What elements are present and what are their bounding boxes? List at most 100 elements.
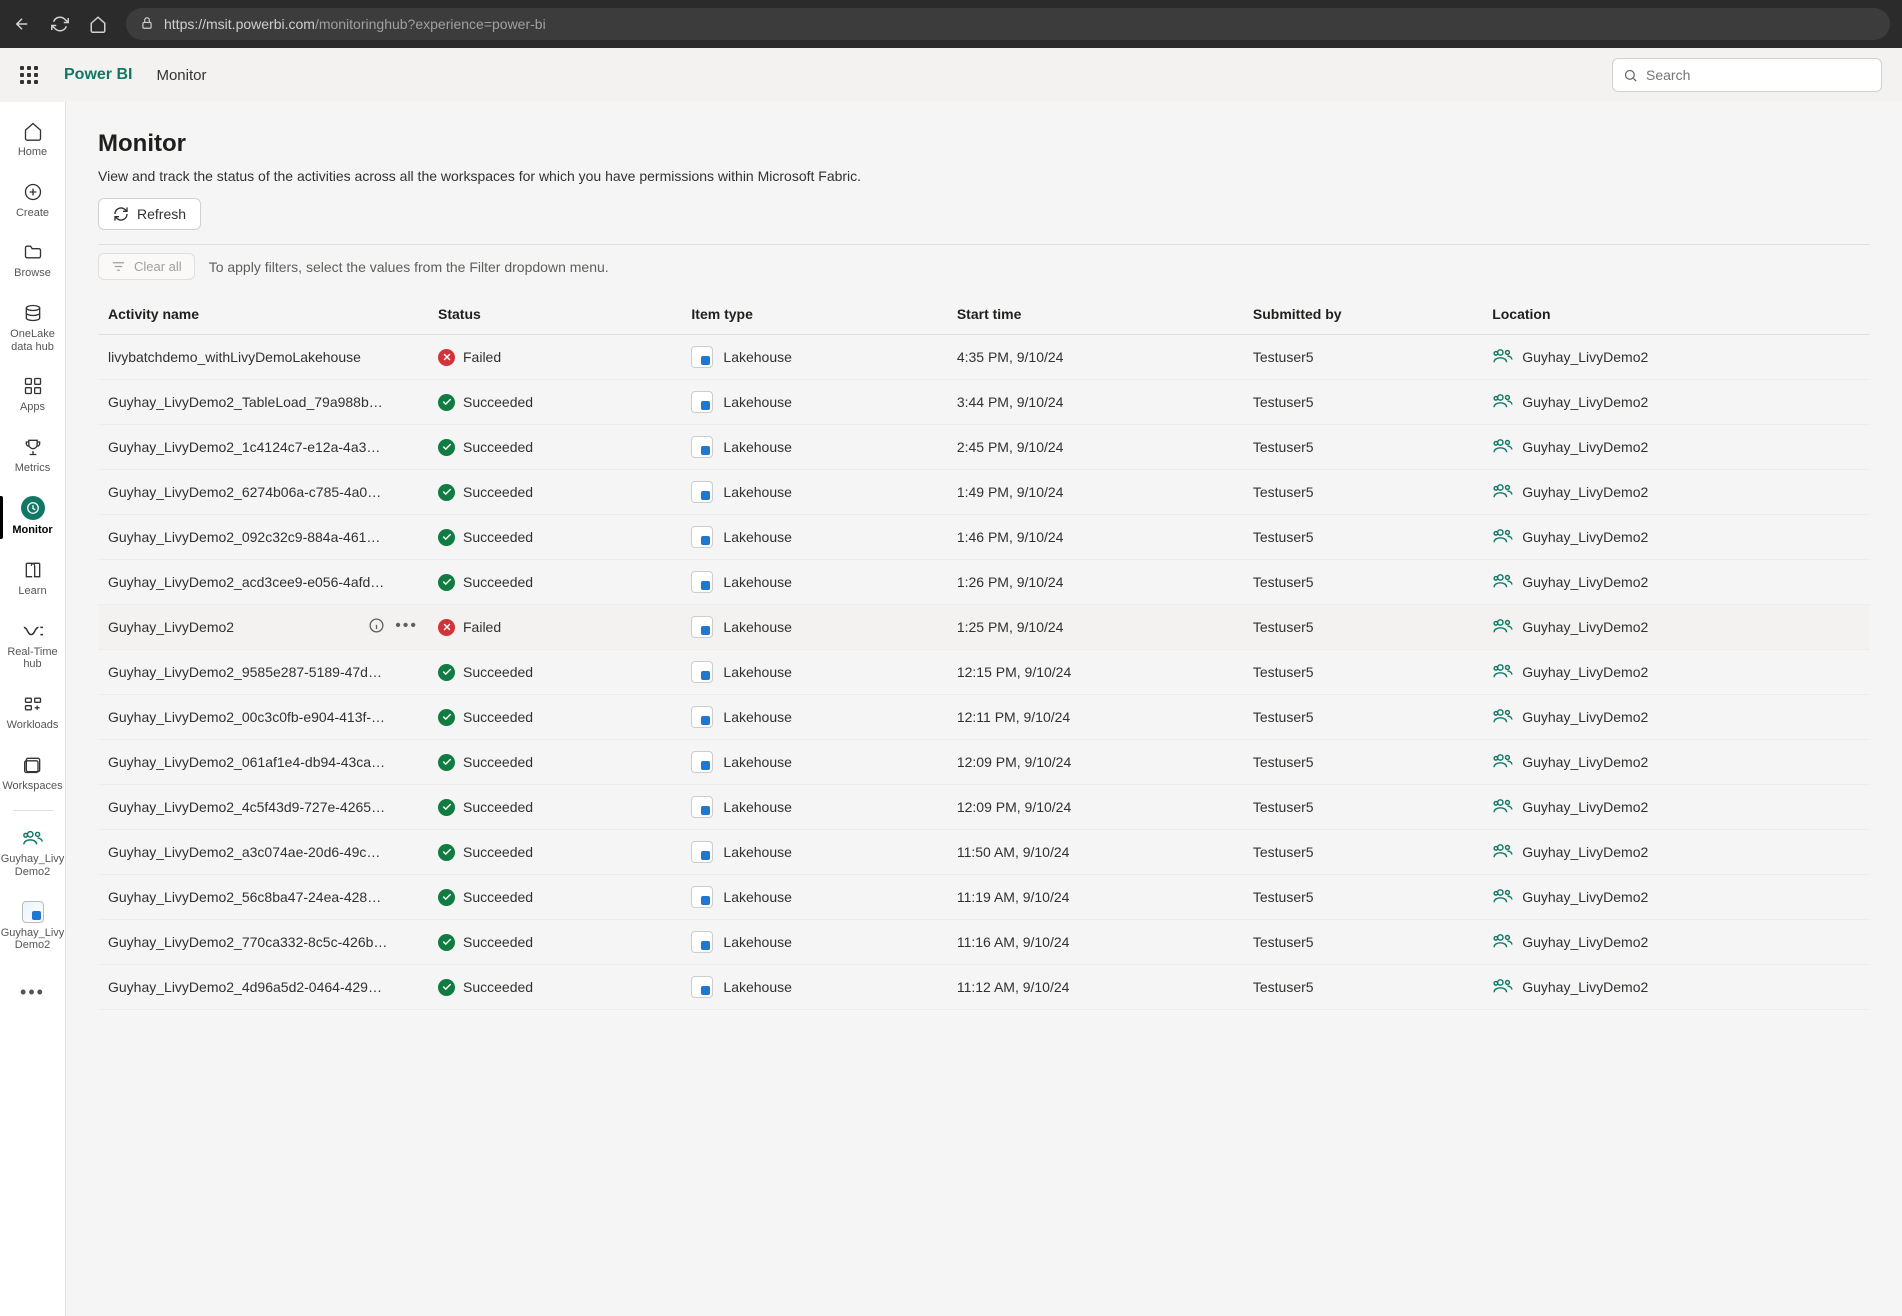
refresh-label: Refresh — [137, 206, 186, 222]
table-row[interactable]: Guyhay_LivyDemo2_061af1e4-db94-43ca-bdb2… — [98, 740, 1870, 785]
table-row[interactable]: Guyhay_LivyDemo2•••FailedLakehouse1:25 P… — [98, 605, 1870, 650]
rail-onelake[interactable]: OneLake data hub — [0, 294, 66, 363]
lakehouse-icon — [691, 751, 713, 773]
address-bar[interactable]: https://msit.powerbi.com/monitoringhub?e… — [126, 8, 1890, 40]
clear-all-button: Clear all — [98, 253, 195, 280]
rail-create[interactable]: Create — [0, 173, 66, 230]
back-icon[interactable] — [12, 14, 32, 34]
table-row[interactable]: Guyhay_LivyDemo2_TableLoad_79a988be-69e6… — [98, 380, 1870, 425]
table-row[interactable]: Guyhay_LivyDemo2_9585e287-5189-47d6-b877… — [98, 650, 1870, 695]
location-text[interactable]: Guyhay_LivyDemo2 — [1522, 529, 1648, 545]
rail-monitor[interactable]: Monitor — [0, 488, 66, 547]
search-field[interactable] — [1646, 67, 1871, 83]
rail-workloads[interactable]: Workloads — [0, 685, 66, 742]
workspace-icon — [1492, 618, 1514, 637]
table-row[interactable]: Guyhay_LivyDemo2_1c4124c7-e12a-4a35-a399… — [98, 425, 1870, 470]
activity-name[interactable]: Guyhay_LivyDemo2_a3c074ae-20d6-49c6-9509… — [108, 844, 388, 860]
col-header-submitted[interactable]: Submitted by — [1243, 296, 1482, 335]
location-text[interactable]: Guyhay_LivyDemo2 — [1522, 934, 1648, 950]
location-text[interactable]: Guyhay_LivyDemo2 — [1522, 574, 1648, 590]
location-text[interactable]: Guyhay_LivyDemo2 — [1522, 619, 1648, 635]
activity-name[interactable]: livybatchdemo_withLivyDemoLakehouse — [108, 349, 361, 365]
activity-name[interactable]: Guyhay_LivyDemo2_4d96a5d2-0464-4291-bf68… — [108, 979, 388, 995]
table-row[interactable]: Guyhay_LivyDemo2_a3c074ae-20d6-49c6-9509… — [98, 830, 1870, 875]
activity-name[interactable]: Guyhay_LivyDemo2_092c32c9-884a-461b-89e2… — [108, 529, 388, 545]
home-icon[interactable] — [88, 14, 108, 34]
activity-name[interactable]: Guyhay_LivyDemo2_acd3cee9-e056-4afd-bc56… — [108, 574, 388, 590]
table-row[interactable]: Guyhay_LivyDemo2_acd3cee9-e056-4afd-bc56… — [98, 560, 1870, 605]
more-icon[interactable]: ••• — [395, 617, 418, 637]
location-text[interactable]: Guyhay_LivyDemo2 — [1522, 979, 1648, 995]
rail-metrics[interactable]: Metrics — [0, 428, 66, 485]
lakehouse-icon — [691, 886, 713, 908]
rail-more[interactable]: ••• — [0, 974, 66, 1013]
activity-name[interactable]: Guyhay_LivyDemo2_9585e287-5189-47d6-b877… — [108, 664, 388, 680]
location-text[interactable]: Guyhay_LivyDemo2 — [1522, 394, 1648, 410]
stream-icon — [22, 620, 44, 642]
location-text[interactable]: Guyhay_LivyDemo2 — [1522, 799, 1648, 815]
location-text[interactable]: Guyhay_LivyDemo2 — [1522, 439, 1648, 455]
submitted-by-text: Testuser5 — [1253, 709, 1314, 725]
submitted-by-text: Testuser5 — [1253, 754, 1314, 770]
activity-name[interactable]: Guyhay_LivyDemo2_770ca332-8c5c-426b-a8f6… — [108, 934, 388, 950]
rail-label: Workspaces — [2, 780, 62, 793]
location-text[interactable]: Guyhay_LivyDemo2 — [1522, 349, 1648, 365]
table-row[interactable]: Guyhay_LivyDemo2_6274b06a-c785-4a07-9c04… — [98, 470, 1870, 515]
col-header-itemtype[interactable]: Item type — [681, 296, 946, 335]
location-text[interactable]: Guyhay_LivyDemo2 — [1522, 484, 1648, 500]
start-time-text: 3:44 PM, 9/10/24 — [957, 394, 1064, 410]
col-header-status[interactable]: Status — [428, 296, 681, 335]
activity-name[interactable]: Guyhay_LivyDemo2 — [108, 619, 234, 635]
app-launcher-icon[interactable] — [20, 66, 38, 84]
rail-label: OneLake data hub — [10, 328, 55, 353]
table-row[interactable]: Guyhay_LivyDemo2_092c32c9-884a-461b-89e2… — [98, 515, 1870, 560]
info-icon[interactable] — [368, 617, 385, 637]
start-time-text: 11:16 AM, 9/10/24 — [957, 934, 1070, 950]
lakehouse-icon — [691, 841, 713, 863]
activity-name[interactable]: Guyhay_LivyDemo2_1c4124c7-e12a-4a35-a399… — [108, 439, 388, 455]
brand[interactable]: Power BI — [64, 66, 132, 84]
rail-home[interactable]: Home — [0, 112, 66, 169]
rail-workspace-guyhay-1[interactable]: Guyhay_Livy Demo2 — [0, 819, 66, 888]
table-row[interactable]: Guyhay_LivyDemo2_4c5f43d9-727e-4265-b7c8… — [98, 785, 1870, 830]
submitted-by-text: Testuser5 — [1253, 439, 1314, 455]
rail-apps[interactable]: Apps — [0, 367, 66, 424]
activity-name[interactable]: Guyhay_LivyDemo2_56c8ba47-24ea-4289-a9bb… — [108, 889, 388, 905]
table-row[interactable]: Guyhay_LivyDemo2_770ca332-8c5c-426b-a8f6… — [98, 920, 1870, 965]
location-text[interactable]: Guyhay_LivyDemo2 — [1522, 709, 1648, 725]
start-time-text: 12:11 PM, 9/10/24 — [957, 709, 1070, 725]
activity-name[interactable]: Guyhay_LivyDemo2_00c3c0fb-e904-413f-9e46… — [108, 709, 388, 725]
rail-workspace-guyhay-2[interactable]: Guyhay_Livy Demo2 — [0, 893, 66, 962]
workspace-icon — [1492, 843, 1514, 862]
activity-name[interactable]: Guyhay_LivyDemo2_TableLoad_79a988be-69e6… — [108, 394, 388, 410]
rail-browse[interactable]: Browse — [0, 233, 66, 290]
location-text[interactable]: Guyhay_LivyDemo2 — [1522, 844, 1648, 860]
workspace-icon — [1492, 753, 1514, 772]
location-text[interactable]: Guyhay_LivyDemo2 — [1522, 889, 1648, 905]
activity-name[interactable]: Guyhay_LivyDemo2_4c5f43d9-727e-4265-b7c8… — [108, 799, 388, 815]
col-header-location[interactable]: Location — [1482, 296, 1870, 335]
location-text[interactable]: Guyhay_LivyDemo2 — [1522, 664, 1648, 680]
table-row[interactable]: livybatchdemo_withLivyDemoLakehouseFaile… — [98, 335, 1870, 380]
main-content: Monitor View and track the status of the… — [66, 102, 1902, 1316]
location-text[interactable]: Guyhay_LivyDemo2 — [1522, 754, 1648, 770]
table-row[interactable]: Guyhay_LivyDemo2_4d96a5d2-0464-4291-bf68… — [98, 965, 1870, 1010]
rail-separator — [13, 810, 53, 811]
refresh-icon[interactable] — [50, 14, 70, 34]
search-input[interactable] — [1612, 58, 1882, 92]
activity-name[interactable]: Guyhay_LivyDemo2_061af1e4-db94-43ca-bdb2… — [108, 754, 388, 770]
item-type-text: Lakehouse — [723, 664, 792, 680]
activity-name[interactable]: Guyhay_LivyDemo2_6274b06a-c785-4a07-9c04… — [108, 484, 388, 500]
lakehouse-icon — [691, 616, 713, 638]
rail-learn[interactable]: Learn — [0, 551, 66, 608]
workspace-icon — [1492, 483, 1514, 502]
activities-table: Activity name Status Item type Start tim… — [98, 296, 1870, 1010]
refresh-button[interactable]: Refresh — [98, 198, 201, 230]
rail-workspaces[interactable]: Workspaces — [0, 746, 66, 803]
col-header-start[interactable]: Start time — [947, 296, 1243, 335]
table-row[interactable]: Guyhay_LivyDemo2_00c3c0fb-e904-413f-9e46… — [98, 695, 1870, 740]
lakehouse-icon — [691, 661, 713, 683]
table-row[interactable]: Guyhay_LivyDemo2_56c8ba47-24ea-4289-a9bb… — [98, 875, 1870, 920]
col-header-activity[interactable]: Activity name — [98, 296, 428, 335]
rail-realtime[interactable]: Real-Time hub — [0, 612, 66, 681]
